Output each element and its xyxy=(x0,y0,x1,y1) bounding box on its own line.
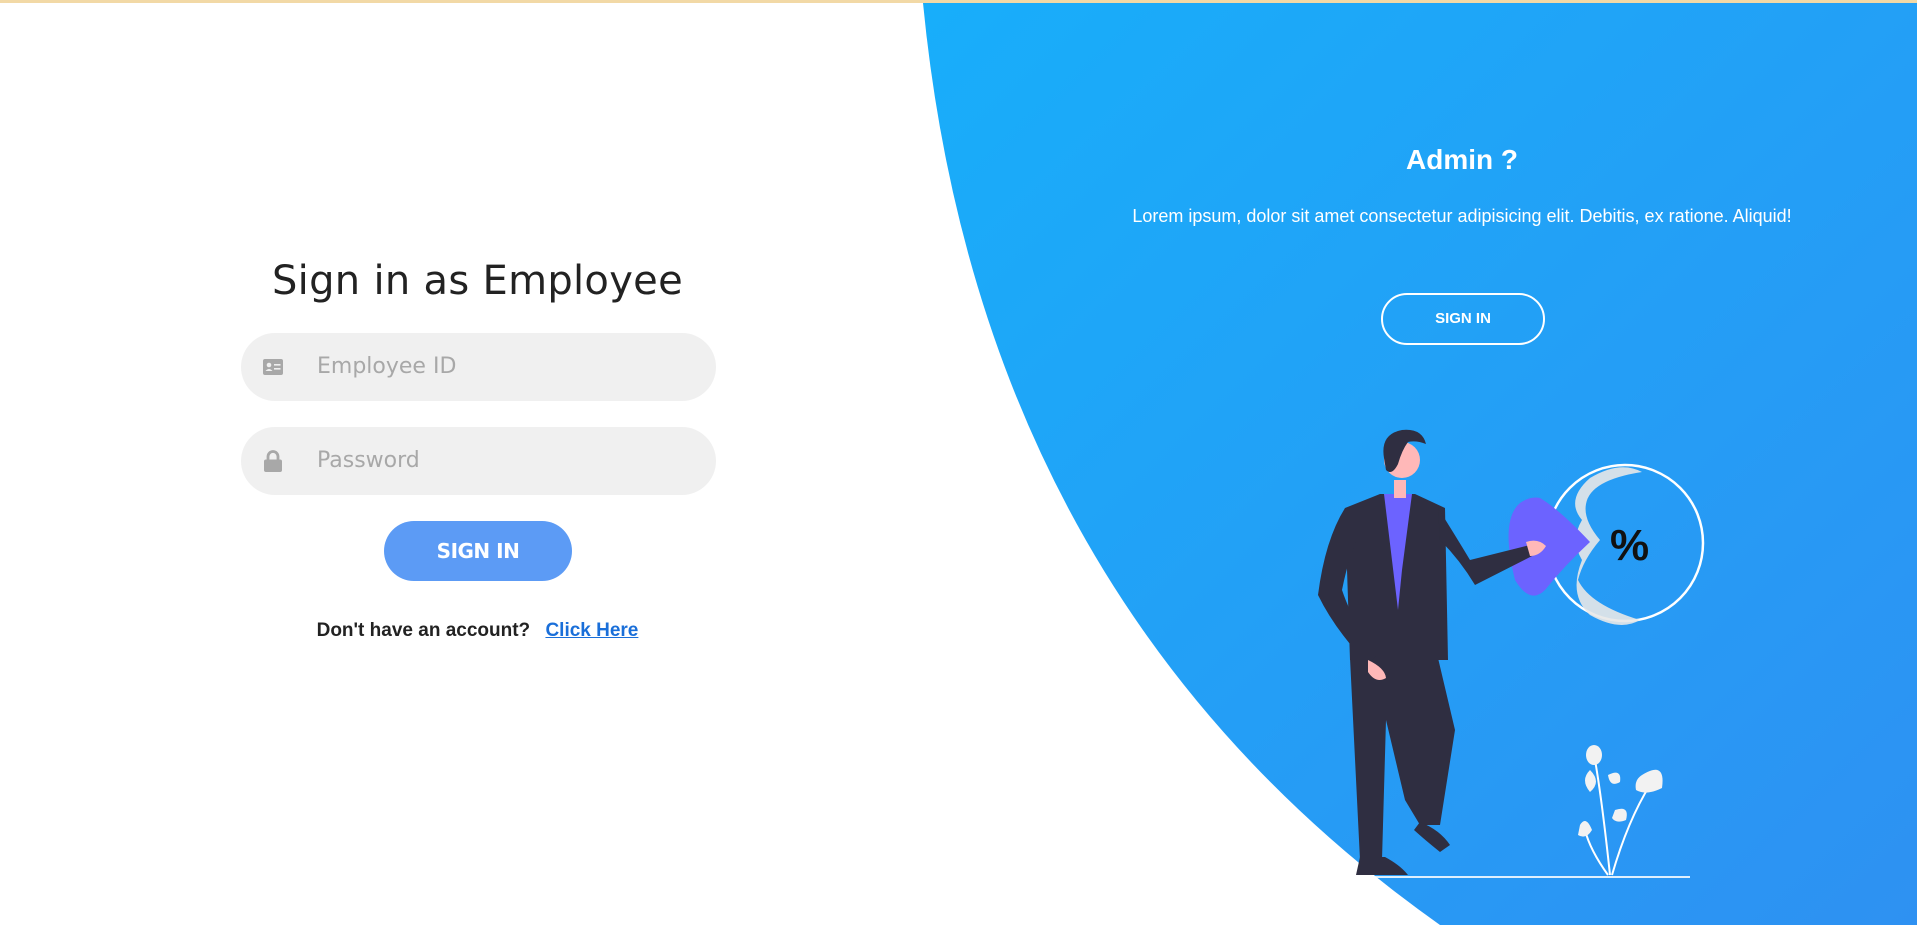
password-placeholder: Password xyxy=(317,448,420,473)
percent-label: % xyxy=(1610,521,1649,570)
id-card-icon xyxy=(262,357,284,377)
employee-signin-form: Sign in as Employee Employee ID Password… xyxy=(0,0,955,925)
employee-signin-button[interactable]: SIGN IN xyxy=(384,521,572,581)
person-with-chart-illustration: % xyxy=(1300,429,1705,878)
admin-panel-title: Admin ? xyxy=(1406,144,1518,175)
password-field[interactable]: Password xyxy=(241,427,716,495)
employee-id-placeholder: Employee ID xyxy=(317,354,457,379)
admin-signin-button[interactable]: SIGN IN xyxy=(1381,293,1545,345)
lock-icon xyxy=(262,450,284,472)
signup-link[interactable]: Click Here xyxy=(545,620,638,641)
page-title: Sign in as Employee xyxy=(271,258,683,304)
admin-panel-description: Lorem ipsum, dolor sit amet consectetur … xyxy=(1132,206,1792,226)
person-figure xyxy=(1318,429,1546,875)
plant-decoration xyxy=(1578,745,1663,876)
employee-id-field[interactable]: Employee ID xyxy=(241,333,716,401)
account-prompt-text: Don't have an account? xyxy=(316,620,531,641)
signup-prompt: Don't have an account? Click Here xyxy=(0,620,955,642)
